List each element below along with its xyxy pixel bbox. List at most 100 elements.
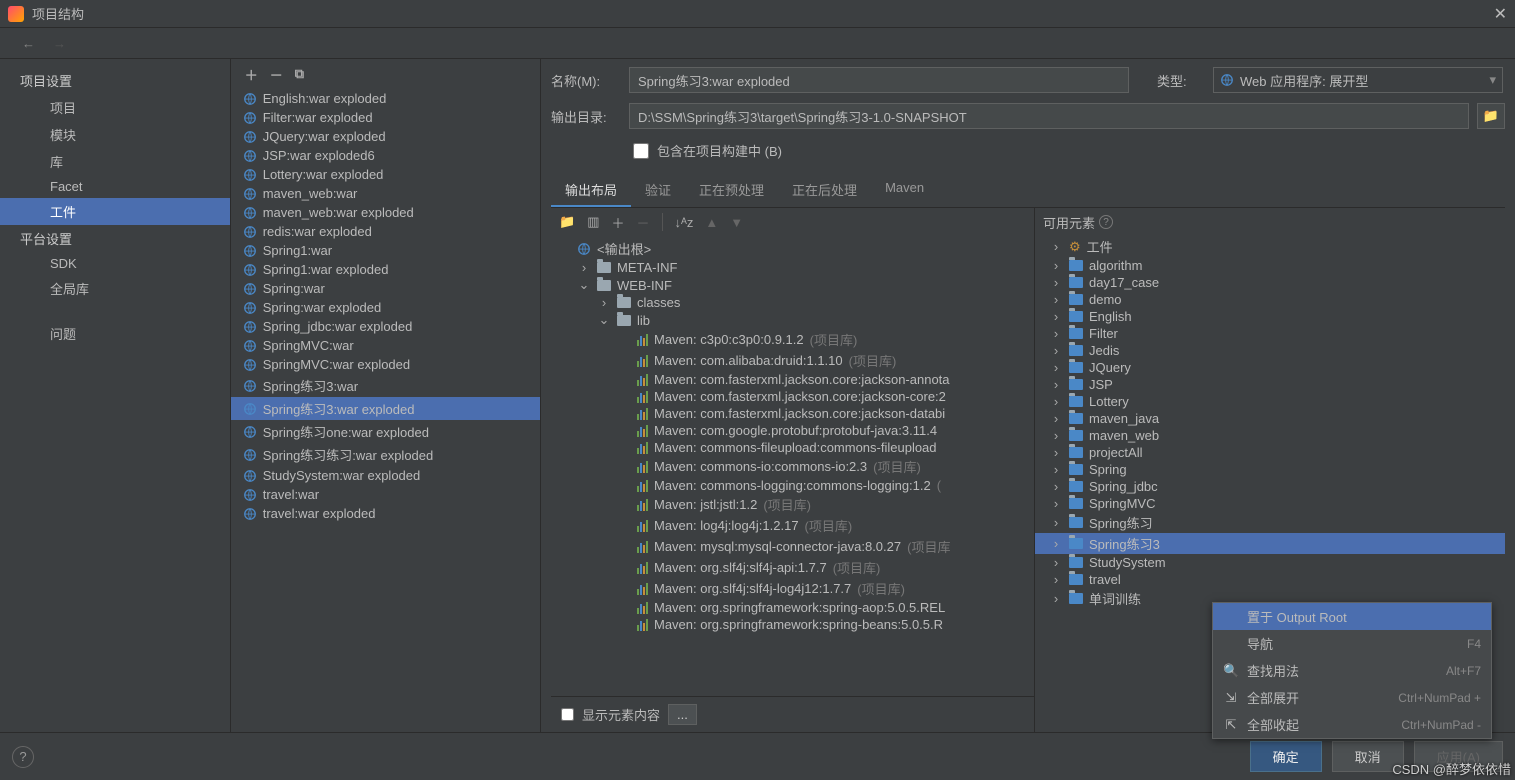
available-item[interactable]: ›Jedis	[1035, 342, 1505, 359]
expand-icon[interactable]: ›	[1049, 555, 1063, 570]
sidebar-item[interactable]: 库	[0, 148, 230, 175]
tree-node[interactable]: Maven: com.google.protobuf:protobuf-java…	[551, 422, 1034, 439]
available-item[interactable]: ›Spring练习	[1035, 512, 1505, 533]
artifact-item[interactable]: Spring1:war exploded	[231, 260, 540, 279]
available-item[interactable]: ›maven_java	[1035, 410, 1505, 427]
tree-node[interactable]: Maven: com.fasterxml.jackson.core:jackso…	[551, 371, 1034, 388]
output-input[interactable]	[629, 103, 1469, 129]
menu-item[interactable]: ⇱全部收起Ctrl+NumPad -	[1213, 711, 1491, 738]
artifact-item[interactable]: JSP:war exploded6	[231, 146, 540, 165]
copy-icon[interactable]: ⧉	[295, 66, 304, 82]
artifact-item[interactable]: Spring练习3:war exploded	[231, 397, 540, 420]
expand-icon[interactable]: ›	[1049, 343, 1063, 358]
sort-icon[interactable]: ↓ᴬᴢ	[675, 215, 694, 230]
tab[interactable]: 正在预处理	[685, 174, 778, 207]
artifact-item[interactable]: SpringMVC:war	[231, 336, 540, 355]
tree-node[interactable]: Maven: commons-logging:commons-logging:1…	[551, 477, 1034, 494]
artifact-item[interactable]: Spring练习3:war	[231, 374, 540, 397]
sidebar-item[interactable]: Facet	[0, 175, 230, 198]
new-archive-icon[interactable]: ▥	[587, 214, 599, 230]
expand-icon[interactable]: ›	[1049, 309, 1063, 324]
expand-icon[interactable]: ›	[1049, 258, 1063, 273]
expand-icon[interactable]: ⌄	[577, 277, 591, 293]
include-build-checkbox[interactable]	[633, 143, 649, 159]
tab[interactable]: 验证	[631, 174, 685, 207]
output-tree[interactable]: <输出根>›META-INF⌄WEB-INF›classes⌄libMaven:…	[551, 236, 1034, 696]
artifact-item[interactable]: travel:war	[231, 485, 540, 504]
expand-icon[interactable]: ⌄	[597, 312, 611, 328]
tree-node[interactable]: Maven: org.springframework:spring-beans:…	[551, 616, 1034, 633]
sidebar-item-problems[interactable]: 问题	[0, 320, 230, 347]
expand-icon[interactable]: ›	[1049, 360, 1063, 375]
artifact-item[interactable]: Spring:war	[231, 279, 540, 298]
available-item[interactable]: ›travel	[1035, 571, 1505, 588]
available-item[interactable]: ›JQuery	[1035, 359, 1505, 376]
sidebar-item[interactable]: 模块	[0, 121, 230, 148]
dialog-help-icon[interactable]: ?	[12, 746, 34, 768]
add-icon[interactable]: ＋	[245, 65, 258, 84]
tree-node[interactable]: Maven: jstl:jstl:1.2 (项目库)	[551, 494, 1034, 515]
back-icon[interactable]: ←	[22, 36, 35, 51]
menu-item[interactable]: ⇲全部展开Ctrl+NumPad +	[1213, 684, 1491, 711]
artifact-item[interactable]: maven_web:war exploded	[231, 203, 540, 222]
name-input[interactable]	[629, 67, 1129, 93]
tree-node[interactable]: ›classes	[551, 294, 1034, 311]
artifact-item[interactable]: SpringMVC:war exploded	[231, 355, 540, 374]
artifact-item[interactable]: Spring1:war	[231, 241, 540, 260]
expand-icon[interactable]: ›	[1049, 275, 1063, 290]
tree-node[interactable]: Maven: com.fasterxml.jackson.core:jackso…	[551, 388, 1034, 405]
ok-button[interactable]: 确定	[1250, 741, 1322, 772]
available-item[interactable]: ›demo	[1035, 291, 1505, 308]
expand-icon[interactable]: ›	[1049, 445, 1063, 460]
artifact-item[interactable]: English:war exploded	[231, 89, 540, 108]
available-item[interactable]: ›Filter	[1035, 325, 1505, 342]
expand-icon[interactable]: ›	[1049, 536, 1063, 551]
tab[interactable]: 输出布局	[551, 174, 631, 207]
available-item[interactable]: ›Spring_jdbc	[1035, 478, 1505, 495]
expand-icon[interactable]: ›	[1049, 572, 1063, 587]
tree-node[interactable]: Maven: log4j:log4j:1.2.17 (项目库)	[551, 515, 1034, 536]
sidebar-item[interactable]: 项目	[0, 94, 230, 121]
available-item[interactable]: ›JSP	[1035, 376, 1505, 393]
more-button[interactable]: ...	[668, 704, 697, 725]
tree-node[interactable]: Maven: commons-io:commons-io:2.3 (项目库)	[551, 456, 1034, 477]
expand-icon[interactable]: ›	[577, 260, 591, 275]
sidebar-item[interactable]: SDK	[0, 252, 230, 275]
artifact-item[interactable]: Spring练习练习:war exploded	[231, 443, 540, 466]
tree-node[interactable]: Maven: c3p0:c3p0:0.9.1.2 (项目库)	[551, 329, 1034, 350]
artifact-item[interactable]: Spring_jdbc:war exploded	[231, 317, 540, 336]
available-item[interactable]: ›Spring练习3	[1035, 533, 1505, 554]
tree-node[interactable]: Maven: mysql:mysql-connector-java:8.0.27…	[551, 536, 1034, 557]
remove-icon[interactable]: －	[270, 65, 283, 84]
tree-node[interactable]: ›⚙工件	[1035, 236, 1505, 257]
show-elements-checkbox[interactable]	[561, 708, 574, 721]
artifact-item[interactable]: Lottery:war exploded	[231, 165, 540, 184]
expand-icon[interactable]: ›	[1049, 326, 1063, 341]
available-item[interactable]: ›day17_case	[1035, 274, 1505, 291]
expand-icon[interactable]: ›	[1049, 496, 1063, 511]
tab[interactable]: 正在后处理	[778, 174, 871, 207]
sidebar-item[interactable]: 全局库	[0, 275, 230, 302]
available-item[interactable]: ›algorithm	[1035, 257, 1505, 274]
artifact-item[interactable]: maven_web:war	[231, 184, 540, 203]
new-folder-icon[interactable]: 📁	[559, 214, 575, 230]
tree-node[interactable]: Maven: org.slf4j:slf4j-api:1.7.7 (项目库)	[551, 557, 1034, 578]
available-item[interactable]: ›English	[1035, 308, 1505, 325]
expand-icon[interactable]: ›	[1049, 462, 1063, 477]
available-item[interactable]: ›maven_web	[1035, 427, 1505, 444]
expand-icon[interactable]: ›	[1049, 428, 1063, 443]
expand-icon[interactable]: ›	[597, 295, 611, 310]
artifact-item[interactable]: Spring练习one:war exploded	[231, 420, 540, 443]
artifact-item[interactable]: Filter:war exploded	[231, 108, 540, 127]
expand-icon[interactable]: ›	[1049, 394, 1063, 409]
tree-node[interactable]: Maven: org.slf4j:slf4j-log4j12:1.7.7 (项目…	[551, 578, 1034, 599]
tree-node[interactable]: Maven: com.alibaba:druid:1.1.10 (项目库)	[551, 350, 1034, 371]
add-copy-icon[interactable]: ＋	[611, 213, 624, 232]
tab[interactable]: Maven	[871, 174, 938, 207]
tree-node[interactable]: Maven: org.springframework:spring-aop:5.…	[551, 599, 1034, 616]
help-icon[interactable]: ?	[1099, 215, 1113, 229]
menu-item[interactable]: 🔍查找用法Alt+F7	[1213, 657, 1491, 684]
sidebar-item[interactable]: 工件	[0, 198, 230, 225]
menu-item[interactable]: 导航F4	[1213, 630, 1491, 657]
artifact-item[interactable]: Spring:war exploded	[231, 298, 540, 317]
